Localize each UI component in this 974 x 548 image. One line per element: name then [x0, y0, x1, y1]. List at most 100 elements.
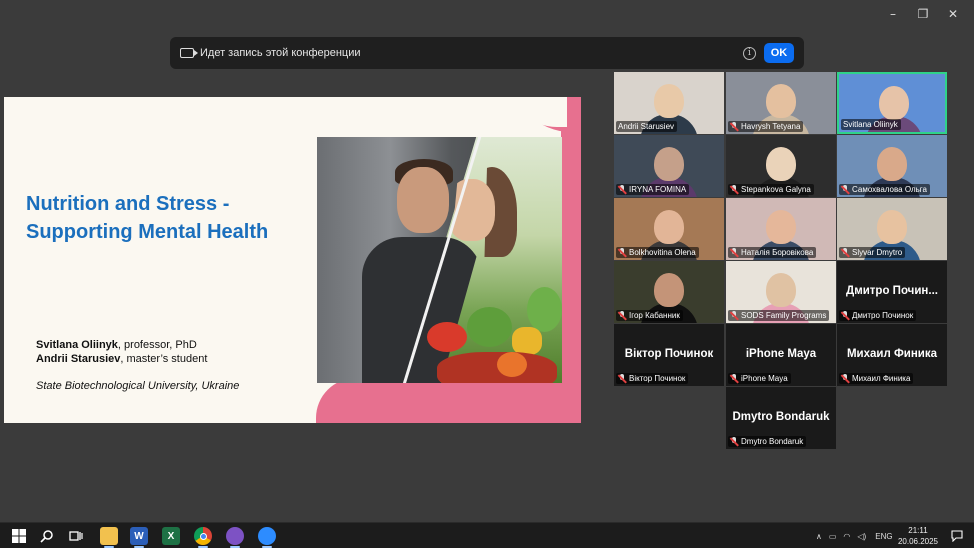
- participant-name: IRYNA FOMINA: [629, 185, 687, 194]
- recording-banner: Идет запись этой конференции i OK: [170, 37, 804, 69]
- muted-mic-icon: [841, 248, 849, 257]
- participant-tile[interactable]: Dmytro Bondaruk Dmytro Bondaruk: [726, 387, 836, 449]
- chevron-up-icon[interactable]: ∧: [816, 532, 822, 541]
- participant-name-label: Віктор Починок: [616, 373, 689, 384]
- recording-banner-text: Идет запись этой конференции: [200, 47, 361, 59]
- participant-name-label: Havrysh Tetyana: [728, 121, 804, 132]
- file-explorer-icon[interactable]: [100, 527, 118, 545]
- muted-mic-icon: [730, 248, 738, 257]
- participant-tile[interactable]: Віктор Починок Віктор Починок: [614, 324, 724, 386]
- participant-name: Andrii Starusiev: [618, 122, 675, 131]
- muted-mic-icon: [618, 311, 626, 320]
- task-view-icon[interactable]: [67, 527, 85, 545]
- participant-tile[interactable]: Наталія Боровікова: [726, 198, 836, 260]
- search-icon[interactable]: [38, 527, 56, 545]
- muted-mic-icon: [618, 248, 626, 257]
- participant-name-label: Самохвалова Ольга: [839, 184, 930, 195]
- participant-name-label: SODS Family Programs: [728, 310, 830, 321]
- system-tray: ∧ ▭ ◠ ◁) ENG: [816, 523, 893, 548]
- participant-tile[interactable]: Andrii Starusiev: [614, 72, 724, 134]
- slide-photo: [317, 137, 562, 383]
- participant-display-name: Дмитро Почин...: [846, 285, 938, 297]
- participant-name-label: Andrii Starusiev: [616, 121, 678, 132]
- minimize-button[interactable]: –: [878, 6, 908, 22]
- muted-mic-icon: [841, 374, 849, 383]
- windows-taskbar: W X ∧ ▭ ◠ ◁) ENG 21:11 20.06.2025: [0, 522, 974, 548]
- participant-name-label: Dmytro Bondaruk: [728, 436, 807, 447]
- slide-title-line1: Nutrition and Stress -: [26, 193, 230, 215]
- slide-title: Nutrition and Stress - Supporting Mental…: [26, 190, 268, 246]
- author1-name: Svitlana Oliinyk: [36, 339, 118, 351]
- excel-icon[interactable]: X: [162, 527, 180, 545]
- participant-name: Самохвалова Ольга: [852, 185, 927, 194]
- participant-name: Дмитро Починок: [852, 311, 914, 320]
- muted-mic-icon: [841, 311, 849, 320]
- muted-mic-icon: [730, 311, 738, 320]
- participant-name-label: Наталія Боровікова: [728, 247, 817, 258]
- window-controls: – ❐ ✕: [878, 6, 968, 22]
- volume-icon[interactable]: ◁): [857, 532, 866, 541]
- participant-display-name: iPhone Maya: [745, 348, 817, 360]
- participant-name: Dmytro Bondaruk: [741, 437, 804, 446]
- participant-name-label: Bolkhovitina Olena: [616, 247, 699, 258]
- slide-university: State Biotechnological University, Ukrai…: [36, 380, 240, 392]
- participant-tile[interactable]: Stepankova Galyna: [726, 135, 836, 197]
- participant-name-label: Ігор Кабанник: [616, 310, 683, 321]
- wifi-icon[interactable]: ◠: [843, 532, 850, 541]
- participant-name-label: IRYNA FOMINA: [616, 184, 690, 195]
- participant-name-label: Svitlana Oliinyk: [841, 119, 901, 130]
- zoom-icon[interactable]: [258, 527, 276, 545]
- muted-mic-icon: [730, 437, 738, 446]
- muted-mic-icon: [841, 185, 849, 194]
- participant-tile[interactable]: Slyvar Dmytro: [837, 198, 947, 260]
- close-button[interactable]: ✕: [938, 6, 968, 22]
- clock-date: 20.06.2025: [897, 537, 938, 546]
- author2-role: , master’s student: [120, 353, 208, 365]
- participant-name-label: Михаил Финика: [839, 373, 914, 384]
- network-icon[interactable]: ▭: [829, 532, 837, 541]
- info-icon[interactable]: i: [743, 46, 756, 60]
- participant-name-label: Stepankova Galyna: [728, 184, 814, 195]
- participant-tile[interactable]: Михаил Финика Михаил Финика: [837, 324, 947, 386]
- taskbar-clock[interactable]: 21:11 20.06.2025: [898, 525, 938, 547]
- participant-tile[interactable]: Havrysh Tetyana: [726, 72, 836, 134]
- notifications-icon[interactable]: [948, 527, 966, 545]
- participant-name: Bolkhovitina Olena: [629, 248, 696, 257]
- viber-icon[interactable]: [226, 527, 244, 545]
- recording-camera-icon: [180, 48, 198, 58]
- slide-authors: Svitlana Oliinyk, professor, PhD Andrii …: [36, 338, 207, 366]
- participant-name: Svitlana Oliinyk: [843, 120, 898, 129]
- author1-role: , professor, PhD: [117, 339, 197, 351]
- word-icon[interactable]: W: [130, 527, 148, 545]
- participant-name-label: Slyvar Dmytro: [839, 247, 906, 258]
- author2-name: Andrii Starusiev: [36, 353, 121, 365]
- participant-tile[interactable]: Svitlana Oliinyk: [837, 72, 947, 134]
- participant-name: Havrysh Tetyana: [741, 122, 801, 131]
- ok-button[interactable]: OK: [764, 43, 794, 63]
- participant-name: Михаил Финика: [852, 374, 911, 383]
- muted-mic-icon: [618, 374, 626, 383]
- participant-name: Віктор Починок: [629, 374, 686, 383]
- participant-tile[interactable]: iPhone Maya iPhone Maya: [726, 324, 836, 386]
- muted-mic-icon: [730, 374, 738, 383]
- participant-tile[interactable]: Самохвалова Ольга: [837, 135, 947, 197]
- participant-name: Slyvar Dmytro: [852, 248, 903, 257]
- chrome-icon[interactable]: [194, 527, 212, 545]
- participant-display-name: Віктор Починок: [624, 348, 714, 360]
- participant-tile[interactable]: Ігор Кабанник: [614, 261, 724, 323]
- shared-screen-slide: Nutrition and Stress - Supporting Mental…: [4, 97, 581, 423]
- participant-tile[interactable]: IRYNA FOMINA: [614, 135, 724, 197]
- muted-mic-icon: [730, 122, 738, 131]
- participant-name: Ігор Кабанник: [629, 311, 680, 320]
- restore-button[interactable]: ❐: [908, 6, 938, 22]
- participant-tile[interactable]: Дмитро Почин... Дмитро Починок: [837, 261, 947, 323]
- participant-name-label: Дмитро Починок: [839, 310, 917, 321]
- participant-tile[interactable]: SODS Family Programs: [726, 261, 836, 323]
- windows-start-icon[interactable]: [10, 527, 28, 545]
- participant-tile[interactable]: Bolkhovitina Olena: [614, 198, 724, 260]
- language-indicator[interactable]: ENG: [875, 532, 892, 541]
- slide-decor: [561, 97, 581, 423]
- muted-mic-icon: [730, 185, 738, 194]
- clock-time: 21:11: [908, 526, 928, 535]
- muted-mic-icon: [618, 185, 626, 194]
